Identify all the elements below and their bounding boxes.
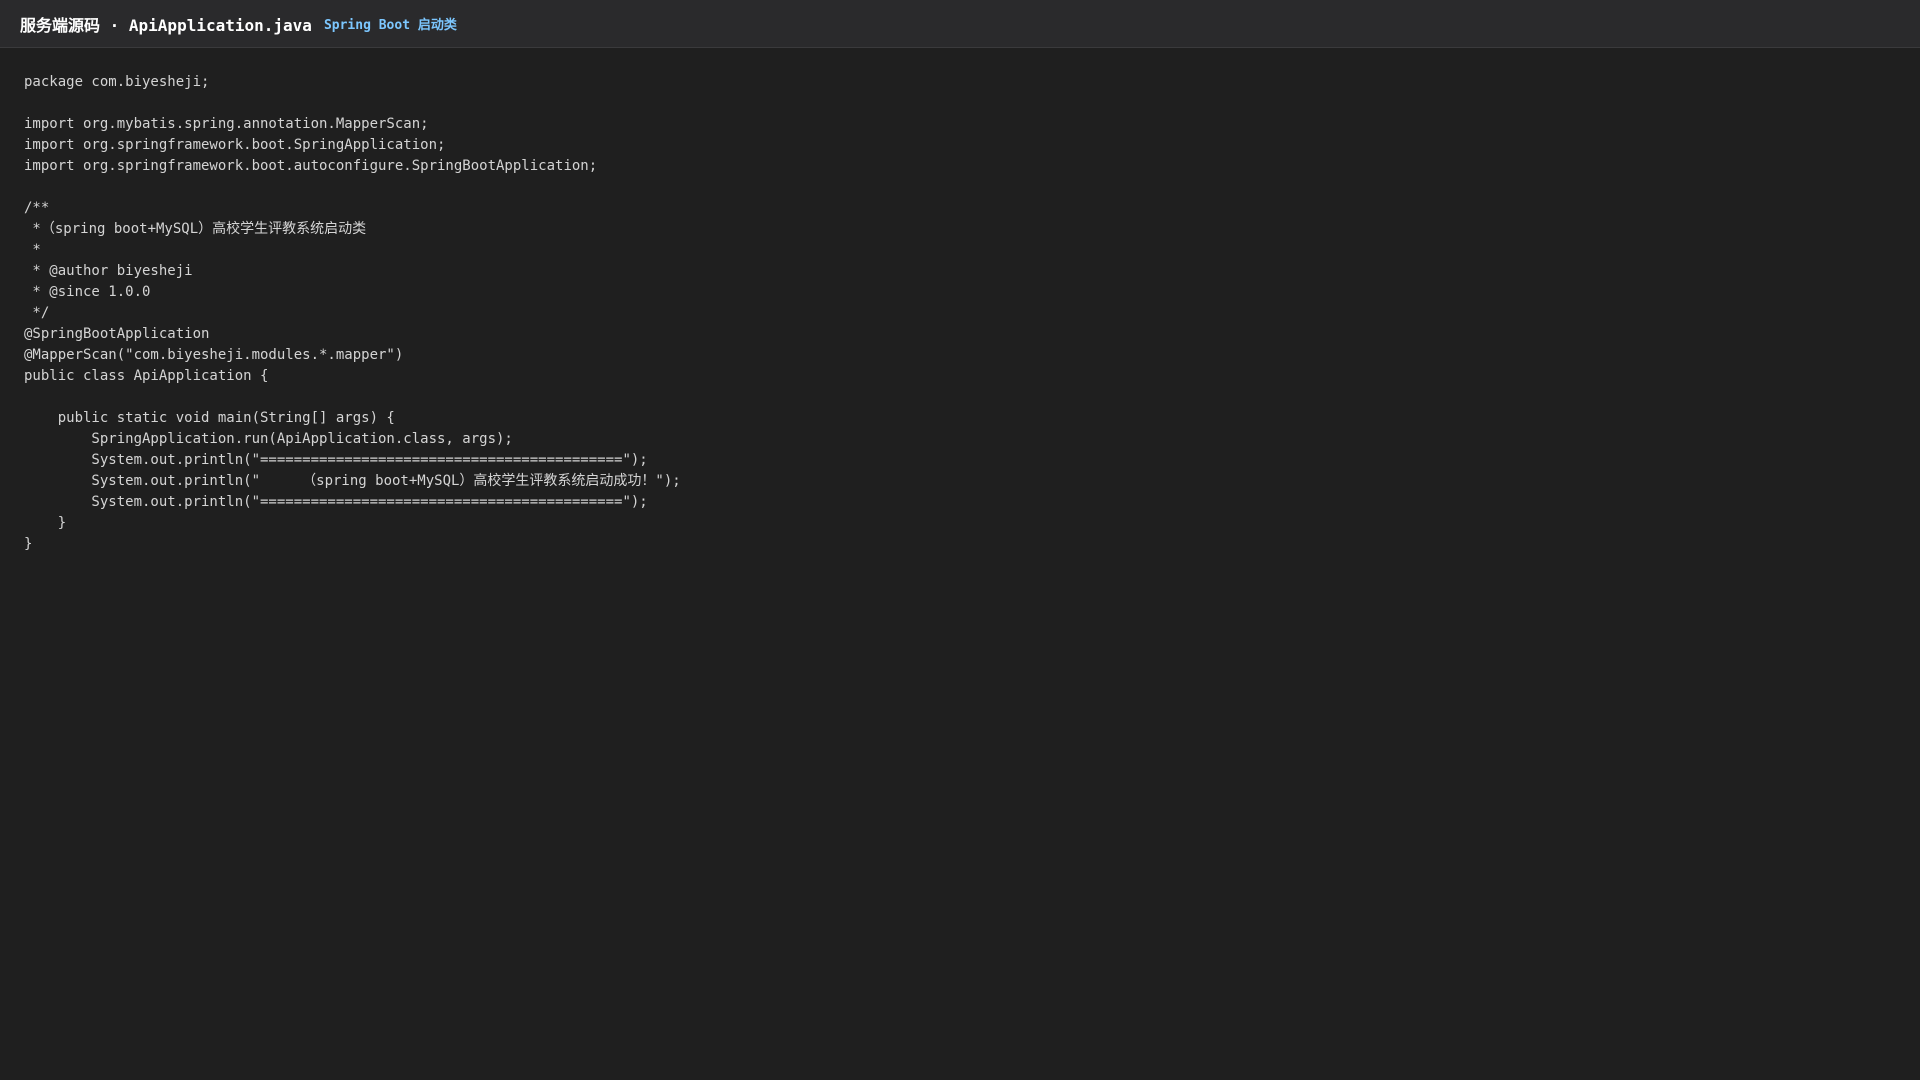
code-line: public static void main(String[] args) { [24,410,395,426]
code-line: @SpringBootApplication [24,326,210,342]
code-line: import org.springframework.boot.autoconf… [24,158,598,174]
code-line: } [24,515,67,531]
code-line: } [24,536,33,552]
header-bar: 服务端源码 · ApiApplication.java Spring Boot … [0,0,1920,48]
code-line: @MapperScan("com.biyesheji.modules.*.map… [24,347,404,363]
code-line: */ [24,305,50,321]
code-line: /** [24,200,50,216]
code-line: public class ApiApplication { [24,368,269,384]
file-title: 服务端源码 · ApiApplication.java [20,15,312,35]
code-view[interactable]: package com.biyesheji; import org.mybatis… [24,72,681,555]
code-line: package com.biyesheji; [24,74,210,90]
code-line: * @author biyesheji [24,263,193,279]
code-line: *（spring boot+MySQL）高校学生评教系统启动类 [24,221,367,237]
code-line: * [24,242,41,258]
code-line: SpringApplication.run(ApiApplication.cla… [24,431,513,447]
file-subtitle: Spring Boot 启动类 [323,18,457,33]
code-line: * @since 1.0.0 [24,284,151,300]
code-line: System.out.println("====================… [24,452,648,468]
code-line: import org.springframework.boot.SpringAp… [24,137,446,153]
code-line: System.out.println(" （spring boot+MySQL）… [24,473,681,489]
code-line: import org.mybatis.spring.annotation.Map… [24,116,429,132]
code-line: System.out.println("====================… [24,494,648,510]
